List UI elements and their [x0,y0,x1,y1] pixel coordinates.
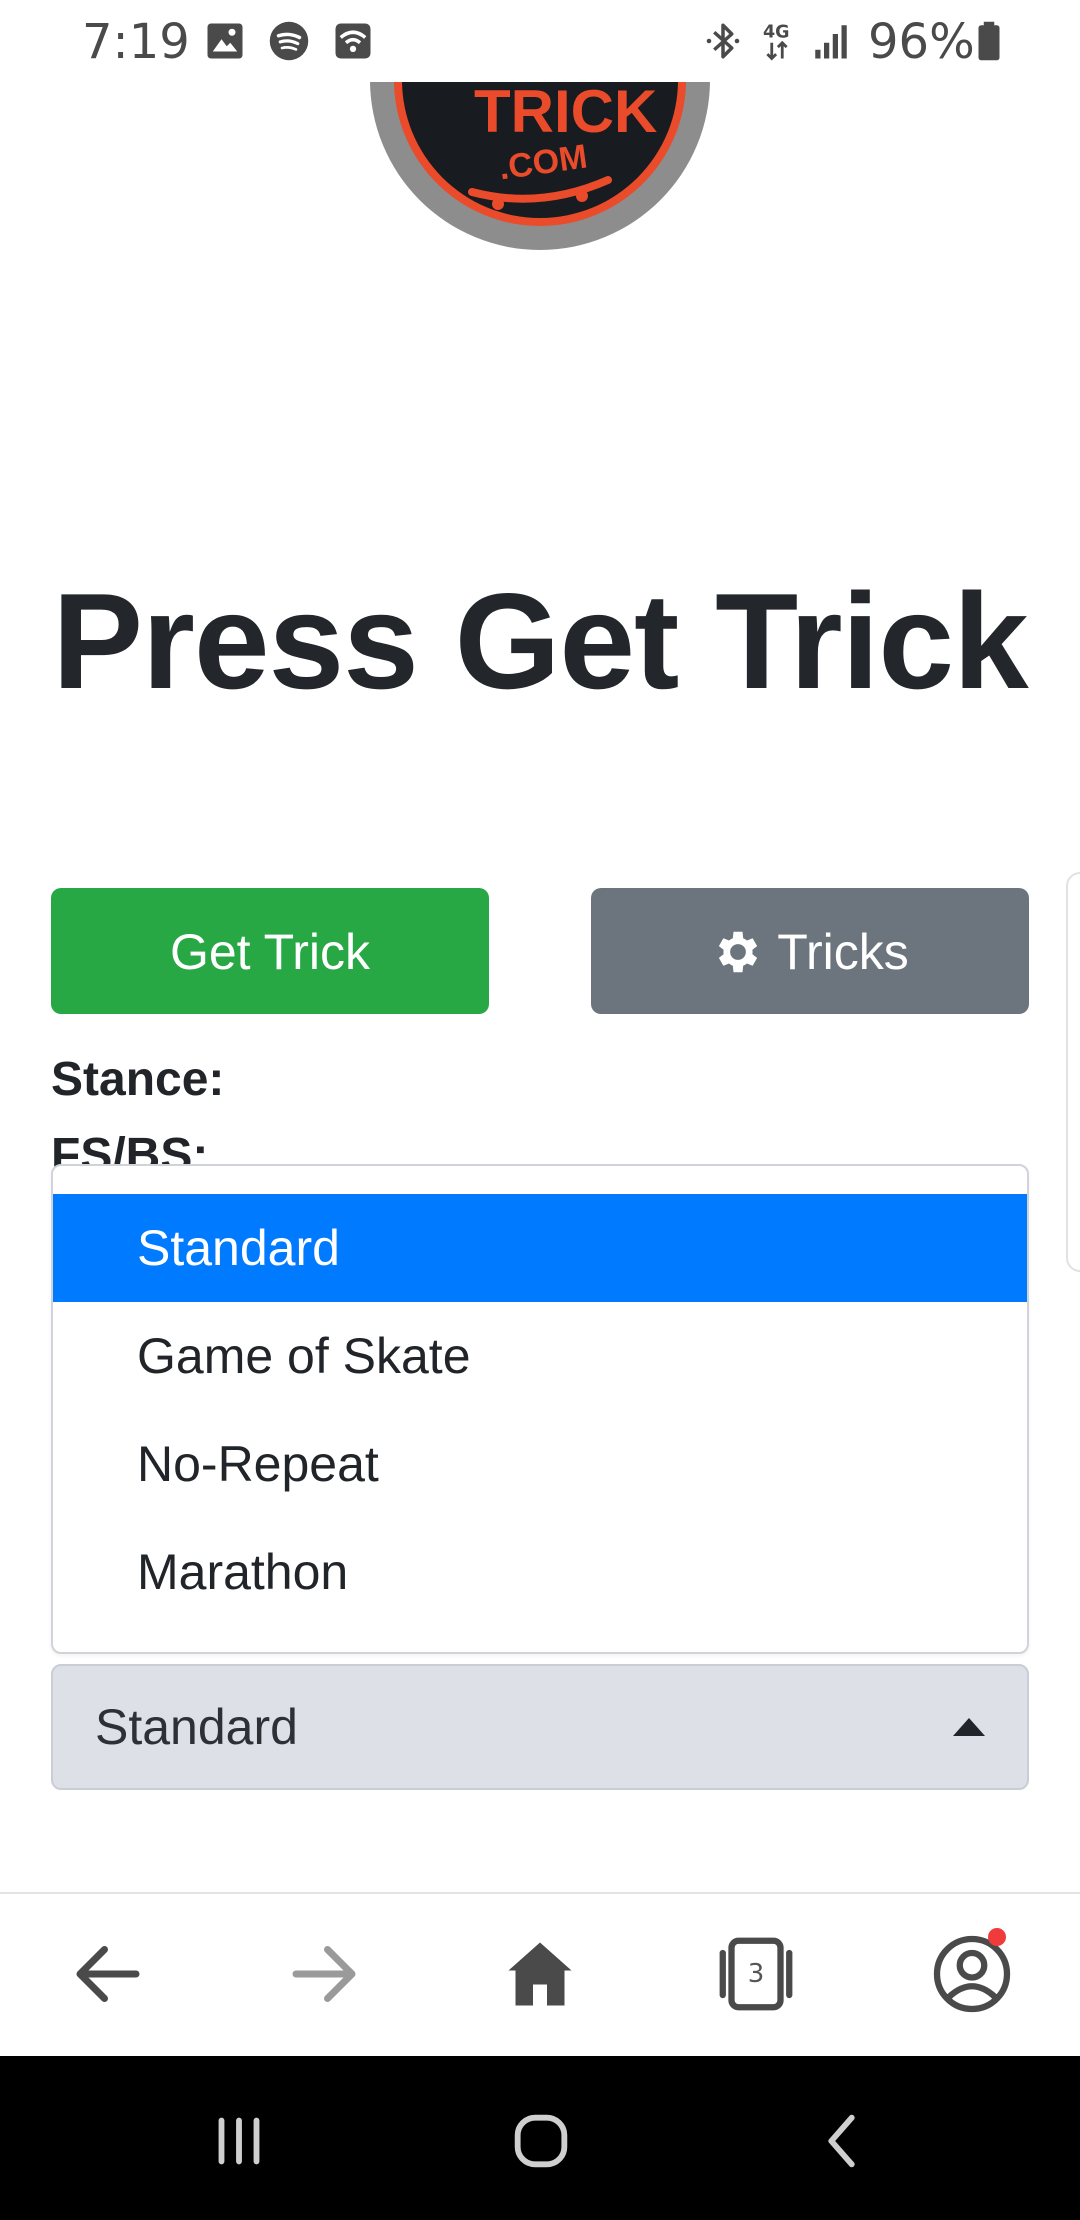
skateboard-icon: .COM TRICK [468,82,657,210]
spotify-icon [269,21,309,61]
notification-dot [988,1928,1006,1946]
logo-red-ring: .COM TRICK [394,82,686,226]
mode-select[interactable]: Standard [51,1664,1029,1790]
option-no-repeat[interactable]: No-Repeat [53,1410,1027,1518]
profile-button[interactable] [930,1928,1014,2016]
home-nav-icon[interactable] [506,2106,576,2176]
option-game-of-skate[interactable]: Game of Skate [53,1302,1027,1410]
svg-text:TRICK: TRICK [474,82,657,145]
forward-arrow-icon[interactable] [282,1932,366,2016]
site-logo[interactable]: .COM TRICK [370,82,710,250]
mode-select-value: Standard [95,1699,298,1755]
status-time: 7:19 [82,14,190,70]
gallery-icon [207,23,243,59]
network-4g-icon: 4G [763,23,790,61]
back-nav-icon[interactable] [808,2106,878,2176]
stance-label: Stance: [51,1053,225,1106]
tricks-button-label: Tricks [777,924,909,980]
signal-icon [815,25,847,59]
page-title: Press Get Trick [52,565,1028,718]
home-icon[interactable] [498,1932,582,2016]
battery-icon [978,21,1000,61]
bluetooth-icon [706,23,740,59]
battery-percent: 96% [868,14,975,70]
wifi-icon [335,23,371,59]
back-arrow-icon[interactable] [66,1932,150,2016]
mode-dropdown-list[interactable]: Standard Game of Skate No-Repeat Maratho… [51,1164,1029,1654]
option-standard[interactable]: Standard [53,1194,1027,1302]
tricks-button[interactable]: Tricks [591,888,1029,1014]
logo-core: .COM TRICK [402,82,678,218]
get-trick-button[interactable]: Get Trick [51,888,489,1014]
system-nav-bar [0,2056,1080,2220]
browser-toolbar: 3 [0,1892,1080,2056]
svg-text:4G: 4G [763,23,790,43]
caret-up-icon [953,1718,985,1736]
gear-icon [719,931,758,973]
logo-outer-ring: .COM TRICK [370,82,710,250]
option-marathon[interactable]: Marathon [53,1518,1027,1626]
tabs-button[interactable]: 3 [714,1932,798,2016]
status-bar: 7:19 4G 96% [0,0,1080,82]
recent-apps-icon[interactable] [204,2106,274,2176]
tab-count: 3 [747,1959,765,1989]
side-panel-edge[interactable] [1066,872,1080,1272]
